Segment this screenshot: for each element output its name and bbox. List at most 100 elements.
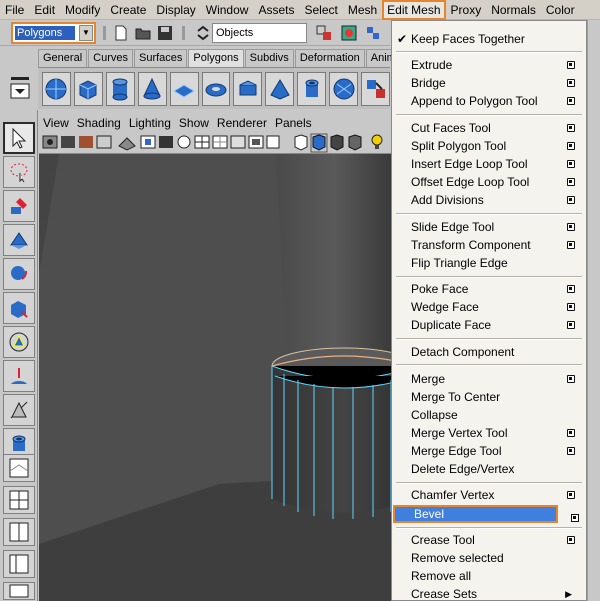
menu-item-slide-edge-tool[interactable]: Slide Edge Tool — [392, 218, 586, 236]
menu-edit-mesh[interactable]: Edit Mesh — [382, 0, 446, 20]
resolution-gate-icon[interactable] — [159, 136, 173, 148]
option-box-icon[interactable] — [567, 285, 575, 293]
poly-cube-button[interactable] — [73, 71, 103, 106]
poly-sphere-button[interactable] — [42, 71, 71, 106]
film-gate-icon[interactable] — [140, 135, 156, 149]
xray-icon[interactable] — [248, 135, 264, 149]
menu-item-duplicate-face[interactable]: Duplicate Face — [392, 316, 586, 334]
soft-modification-tool-button[interactable] — [3, 360, 35, 392]
upper-column-mesh[interactable] — [275, 154, 391, 369]
menu-item-merge-vertex-tool[interactable]: Merge Vertex Tool — [392, 424, 586, 442]
select-tool-button[interactable] — [3, 122, 35, 154]
select-by-component-type-icon[interactable] — [364, 24, 382, 42]
panel-menu-show[interactable]: Show — [175, 116, 213, 130]
panel-menu-panels[interactable]: Panels — [271, 116, 316, 130]
option-box-icon[interactable] — [567, 223, 575, 231]
move-tool-button[interactable] — [3, 224, 35, 256]
open-scene-icon[interactable] — [134, 24, 152, 42]
shelf-tab-deformation[interactable]: Deformation — [294, 49, 365, 67]
chevron-down-icon[interactable]: ▼ — [79, 25, 93, 41]
menu-file[interactable]: File — [0, 0, 29, 20]
menu-set-dropdown[interactable]: Polygons ▼ — [11, 22, 96, 44]
show-manipulator-tool-button[interactable] — [3, 394, 35, 426]
option-box-icon[interactable] — [567, 375, 575, 383]
option-box-icon[interactable] — [567, 61, 575, 69]
menu-mesh[interactable]: Mesh — [343, 0, 382, 20]
lighting-bulb-icon[interactable] — [371, 134, 383, 149]
option-box-icon[interactable] — [567, 429, 575, 437]
menu-item-chamfer-vertex[interactable]: Chamfer Vertex — [392, 486, 586, 504]
option-box-icon[interactable] — [567, 196, 575, 204]
wireframe-icon[interactable] — [194, 135, 210, 149]
menu-item-keep-faces-together[interactable]: ✔ Keep Faces Together — [392, 30, 586, 48]
default-material-cube-icon[interactable] — [348, 134, 362, 151]
shelf-tab-subdivs[interactable]: Subdivs — [244, 49, 294, 67]
option-box-icon[interactable] — [567, 303, 575, 311]
layout-four-button[interactable] — [3, 486, 35, 514]
poly-cone-button[interactable] — [137, 71, 167, 106]
poly-prism-button[interactable] — [233, 71, 263, 106]
bookmark-icon[interactable] — [79, 136, 93, 148]
selection-mask-field[interactable]: Objects — [212, 23, 307, 43]
layout-graph-button[interactable] — [3, 582, 35, 600]
option-box-icon[interactable] — [567, 97, 575, 105]
menu-item-crease-tool[interactable]: Crease Tool — [392, 531, 586, 549]
menu-item-add-divisions[interactable]: Add Divisions — [392, 191, 586, 209]
shelf-tab-general[interactable]: General — [38, 49, 88, 67]
camera-film-icon[interactable] — [61, 136, 75, 148]
option-box-icon[interactable] — [567, 142, 575, 150]
bevel-option-box-icon[interactable] — [571, 514, 579, 522]
menu-item-flip-triangle-edge[interactable]: Flip Triangle Edge — [392, 254, 586, 272]
scale-tool-button[interactable] — [3, 292, 35, 324]
perspective-viewport[interactable] — [39, 154, 391, 601]
menu-item-append-to-polygon-tool[interactable]: Append to Polygon Tool — [392, 92, 586, 110]
layout-persp-outliner-button[interactable] — [3, 550, 35, 578]
panel-menu-renderer[interactable]: Renderer — [213, 116, 271, 130]
menu-proxy[interactable]: Proxy — [446, 0, 487, 20]
selection-mode-icon[interactable] — [194, 24, 212, 42]
menu-item-cut-faces-tool[interactable]: Cut Faces Tool — [392, 119, 586, 137]
universal-manipulator-button[interactable] — [3, 326, 35, 358]
shelf-tab-curves[interactable]: Curves — [88, 49, 133, 67]
option-box-icon[interactable] — [567, 321, 575, 329]
save-scene-icon[interactable] — [156, 24, 174, 42]
menu-window[interactable]: Window — [201, 0, 254, 20]
menu-item-transform-component[interactable]: Transform Component — [392, 236, 586, 254]
rotate-tool-button[interactable] — [3, 258, 35, 290]
image-plane-icon[interactable] — [96, 135, 112, 149]
option-box-icon[interactable] — [567, 241, 575, 249]
shaded-cube-icon[interactable] — [310, 133, 328, 153]
menu-item-merge-edge-tool[interactable]: Merge Edge Tool — [392, 442, 586, 460]
menu-item-wedge-face[interactable]: Wedge Face — [392, 298, 586, 316]
menu-item-remove-all[interactable]: Remove all — [392, 567, 586, 585]
menu-normals[interactable]: Normals — [486, 0, 541, 20]
menu-item-bridge[interactable]: Bridge — [392, 74, 586, 92]
menu-item-crease-sets[interactable]: Crease Sets ▶ — [392, 585, 586, 601]
menu-assets[interactable]: Assets — [253, 0, 299, 20]
menu-item-merge[interactable]: Merge — [392, 370, 586, 388]
select-by-hierarchy-icon[interactable] — [315, 24, 333, 42]
textured-icon[interactable] — [230, 135, 246, 149]
layout-two-button[interactable] — [3, 518, 35, 546]
combine-button[interactable] — [361, 71, 390, 106]
menu-item-detach-component[interactable]: Detach Component — [392, 343, 586, 361]
camera-attributes-icon[interactable] — [42, 135, 58, 149]
option-box-icon[interactable] — [567, 536, 575, 544]
poly-pipe-button[interactable] — [297, 71, 327, 106]
lasso-tool-button[interactable] — [3, 156, 35, 188]
option-box-icon[interactable] — [567, 124, 575, 132]
new-scene-icon[interactable] — [112, 24, 130, 42]
option-box-icon[interactable] — [567, 79, 575, 87]
menu-item-split-polygon-tool[interactable]: Split Polygon Tool — [392, 137, 586, 155]
menu-item-remove-selected[interactable]: Remove selected — [392, 549, 586, 567]
gate-mask-icon[interactable] — [177, 135, 191, 149]
shelf-menu-icon[interactable] — [10, 75, 32, 103]
menu-item-offset-edge-loop-tool[interactable]: Offset Edge Loop Tool — [392, 173, 586, 191]
menu-modify[interactable]: Modify — [60, 0, 105, 20]
option-box-icon[interactable] — [567, 178, 575, 186]
menu-display[interactable]: Display — [151, 0, 200, 20]
menu-item-bevel[interactable]: Bevel — [393, 505, 558, 523]
menu-item-delete-edge-vertex[interactable]: Delete Edge/Vertex — [392, 460, 586, 478]
panel-menu-shading[interactable]: Shading — [73, 116, 125, 130]
menu-select[interactable]: Select — [299, 0, 342, 20]
